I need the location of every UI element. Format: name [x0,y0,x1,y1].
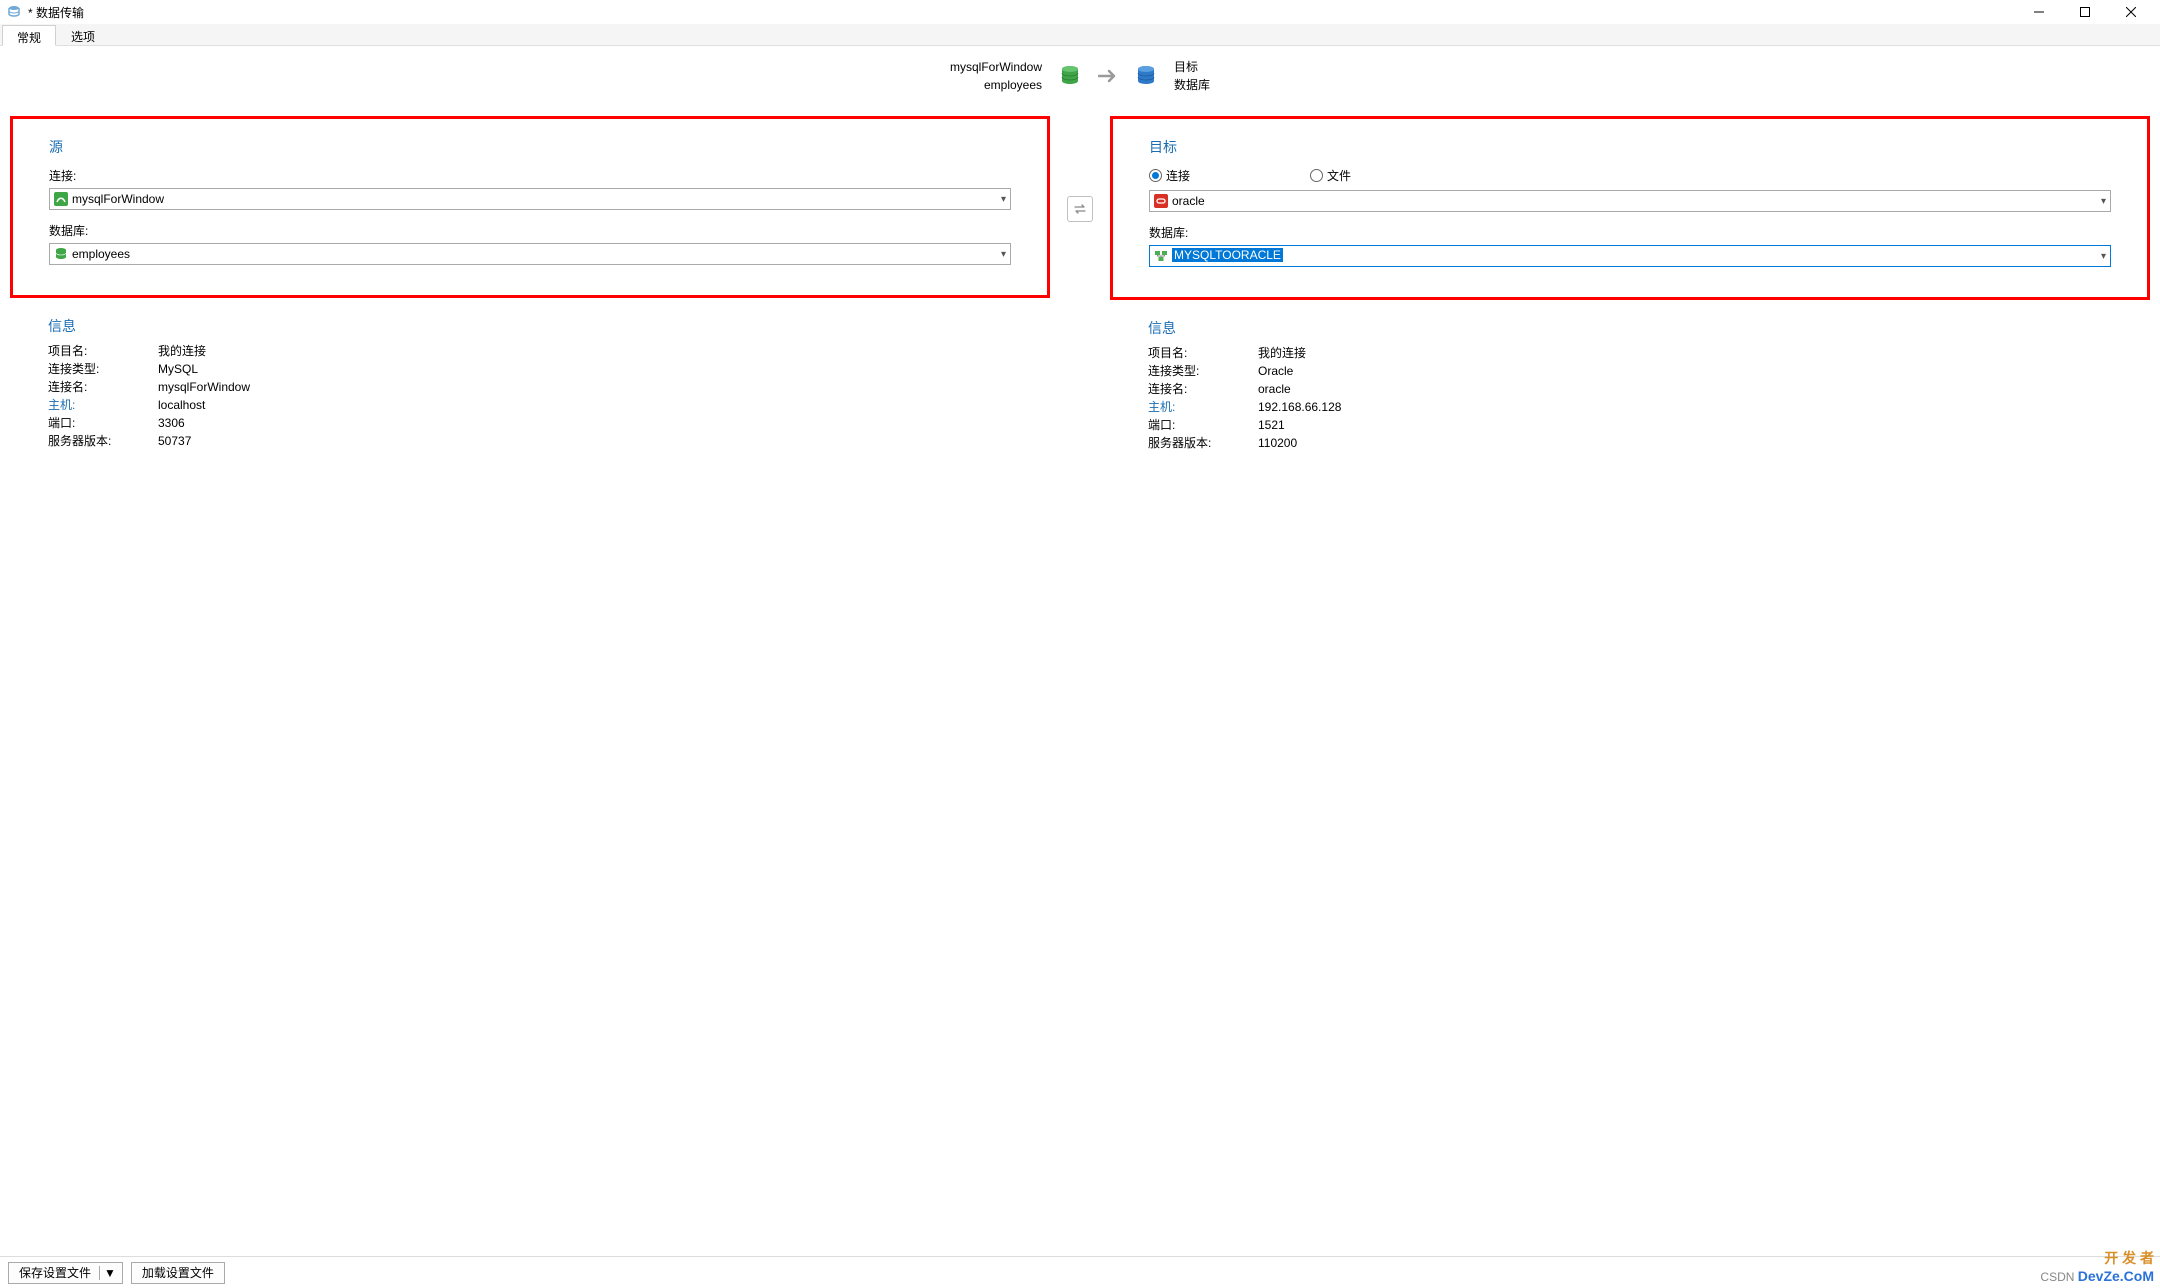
watermark: 开 发 者 CSDN DevZe.CoM [2040,1248,2154,1284]
target-db-label: 数据库: [1149,224,2111,241]
window-title: * 数据传输 [28,4,84,21]
mysql-icon [54,192,68,206]
info-label: 服务器版本: [48,432,158,450]
header-source-conn: mysqlForWindow [950,58,1042,76]
radio-connection[interactable]: 连接 [1149,167,1190,184]
oracle-icon [1154,194,1168,208]
info-label: 端口: [1148,416,1258,434]
info-label: 项目名: [48,342,158,360]
header-target-db-label: 数据库 [1174,76,1210,94]
load-profile-button[interactable]: 加载设置文件 [131,1262,225,1284]
target-db-value: MYSQLTOORACLE [1172,248,1283,262]
info-value: mysqlForWindow [158,378,250,396]
minimize-button[interactable] [2016,0,2062,24]
source-db-value: employees [72,247,997,261]
tab-bar: 常规 选项 [0,24,2160,46]
target-title: 目标 [1149,137,2111,157]
info-title: 信息 [1148,318,2112,338]
target-db-combo[interactable]: MYSQLTOORACLE ▾ [1149,245,2111,267]
footer-bar: 保存设置文件 ▼ 加载设置文件 [0,1256,2160,1288]
source-db-combo[interactable]: employees ▾ [49,243,1011,265]
close-button[interactable] [2108,0,2154,24]
radio-on-icon [1149,169,1162,182]
info-label: 端口: [48,414,158,432]
tab-options[interactable]: 选项 [56,24,110,45]
chevron-down-icon: ▾ [1001,249,1006,260]
source-conn-combo[interactable]: mysqlForWindow ▾ [49,188,1011,210]
button-label: 保存设置文件 [19,1264,91,1281]
target-panel: 目标 连接 文件 oracle ▾ 数据库: MYSQLTOORACLE ▾ [1110,116,2150,300]
source-title: 源 [49,137,1011,157]
chevron-down-icon: ▾ [1001,194,1006,205]
info-value: 110200 [1258,434,1297,452]
database-icon [54,247,68,261]
radio-off-icon [1310,169,1323,182]
info-label: 主机: [1148,398,1258,416]
database-icon [1060,65,1080,87]
info-label: 项目名: [1148,344,1258,362]
title-bar: * 数据传输 [0,0,2160,24]
chevron-down-icon: ▾ [2101,251,2106,262]
radio-label: 连接 [1166,167,1190,184]
header-target-label: 目标 [1174,58,1210,76]
header-source-db: employees [950,76,1042,94]
target-conn-value: oracle [1172,194,2097,208]
button-label: 加载设置文件 [142,1264,214,1281]
info-label: 连接类型: [1148,362,1258,380]
info-value: 3306 [158,414,185,432]
target-conn-combo[interactable]: oracle ▾ [1149,190,2111,212]
info-value: MySQL [158,360,198,378]
info-value: oracle [1258,380,1291,398]
swap-button[interactable] [1067,196,1093,222]
info-title: 信息 [48,316,1012,336]
schema-icon [1154,249,1168,263]
info-label: 服务器版本: [1148,434,1258,452]
info-label: 连接名: [1148,380,1258,398]
arrow-right-icon [1098,69,1118,83]
source-conn-label: 连接: [49,167,1011,184]
info-value: Oracle [1258,362,1293,380]
dropdown-arrow-icon[interactable]: ▼ [99,1266,120,1280]
target-info: 信息 项目名:我的连接 连接类型:Oracle 连接名:oracle 主机:19… [1108,314,2152,452]
radio-label: 文件 [1327,167,1351,184]
tab-general[interactable]: 常规 [2,25,56,46]
transfer-header: mysqlForWindow employees 目标 数据库 [0,46,2160,106]
save-profile-button[interactable]: 保存设置文件 ▼ [8,1262,123,1284]
info-value: 192.168.66.128 [1258,398,1341,416]
radio-file[interactable]: 文件 [1310,167,1351,184]
info-value: 1521 [1258,416,1285,434]
chevron-down-icon: ▾ [2101,196,2106,207]
info-label: 主机: [48,396,158,414]
app-icon [6,4,22,20]
header-source-text: mysqlForWindow employees [950,58,1042,94]
database-icon [1136,65,1156,87]
info-value: 50737 [158,432,191,450]
source-db-label: 数据库: [49,222,1011,239]
header-target-text: 目标 数据库 [1174,58,1210,94]
source-panel: 源 连接: mysqlForWindow ▾ 数据库: employees ▾ [10,116,1050,298]
info-label: 连接类型: [48,360,158,378]
info-value: localhost [158,396,205,414]
info-value: 我的连接 [158,342,206,360]
info-label: 连接名: [48,378,158,396]
info-value: 我的连接 [1258,344,1306,362]
source-info: 信息 项目名:我的连接 连接类型:MySQL 连接名:mysqlForWindo… [8,312,1052,450]
source-conn-value: mysqlForWindow [72,192,997,206]
maximize-button[interactable] [2062,0,2108,24]
